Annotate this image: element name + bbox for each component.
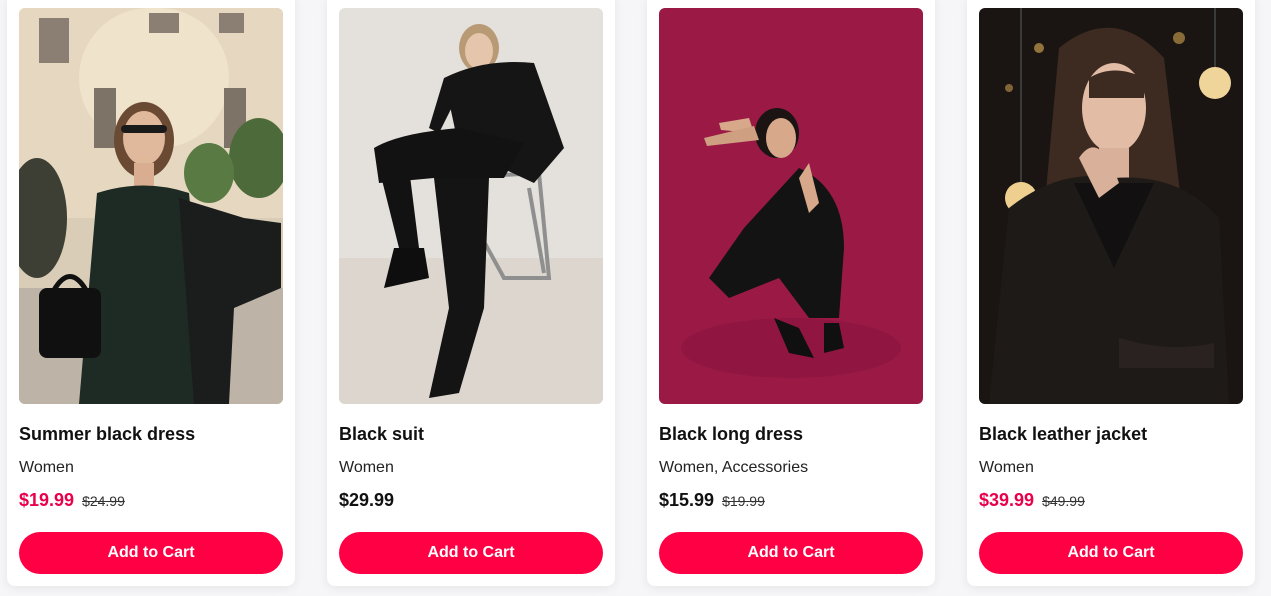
product-image[interactable] xyxy=(659,8,923,404)
product-category: Women, Accessories xyxy=(659,459,809,476)
original-price: $49.99 xyxy=(1042,493,1085,509)
add-to-cart-button[interactable]: Add to Cart xyxy=(19,532,283,574)
current-price: $19.99 xyxy=(19,490,75,510)
original-price: $24.99 xyxy=(82,493,125,509)
product-title[interactable]: Black long dress xyxy=(659,424,803,445)
price-row: $29.99 xyxy=(339,490,394,511)
current-price: $39.99 xyxy=(979,490,1035,510)
product-card: Summer black dress Women $19.99 $24.99 A… xyxy=(7,0,295,586)
product-category: Women xyxy=(979,459,1034,476)
price-row: $15.99 $19.99 xyxy=(659,490,765,511)
add-to-cart-button[interactable]: Add to Cart xyxy=(659,532,923,574)
product-card: Black suit Women $29.99 Add to Cart xyxy=(327,0,615,586)
product-image[interactable] xyxy=(979,8,1243,404)
product-category: Women xyxy=(339,459,394,476)
original-price: $19.99 xyxy=(722,493,765,509)
product-grid: Summer black dress Women $19.99 $24.99 A… xyxy=(0,0,1271,596)
add-to-cart-button[interactable]: Add to Cart xyxy=(339,532,603,574)
current-price: $29.99 xyxy=(339,490,395,510)
product-card: Black leather jacket Women $39.99 $49.99… xyxy=(967,0,1255,586)
product-image[interactable] xyxy=(339,8,603,404)
product-title[interactable]: Black leather jacket xyxy=(979,424,1147,445)
price-row: $19.99 $24.99 xyxy=(19,490,125,511)
current-price: $15.99 xyxy=(659,490,715,510)
product-title[interactable]: Summer black dress xyxy=(19,424,195,445)
add-to-cart-button[interactable]: Add to Cart xyxy=(979,532,1243,574)
product-card: Black long dress Women, Accessories $15.… xyxy=(647,0,935,586)
product-title[interactable]: Black suit xyxy=(339,424,424,445)
product-category: Women xyxy=(19,459,74,476)
price-row: $39.99 $49.99 xyxy=(979,490,1085,511)
product-image[interactable] xyxy=(19,8,283,404)
